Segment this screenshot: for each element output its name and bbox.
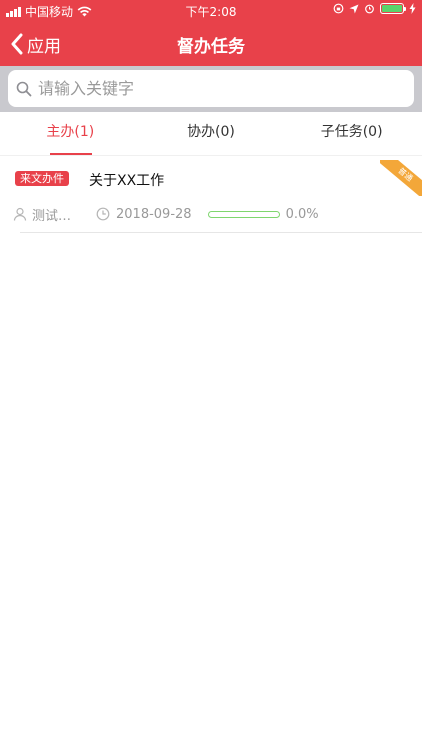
battery-icon [380,3,406,14]
task-progress-bar [207,210,280,218]
clock-icon [96,207,110,221]
page-title: 督办任务 [177,37,245,57]
header: 中国移动 下午2:08 应用 督办任务 [0,0,422,66]
task-meta: 测试… 2018-09-28 0.0% [13,204,319,224]
status-right [333,3,416,14]
task-title: 关于XX工作 [89,173,165,189]
task-progress-text: 0.0% [285,206,319,222]
task-list-item[interactable]: 来文办件 关于XX工作 普通 测试… 2018-09-28 0.0% [0,160,422,233]
search-icon [16,81,32,96]
priority-corner-ribbon: 普通 [380,160,422,196]
task-user: 测试… [32,208,72,224]
user-icon [13,207,27,221]
charging-icon [409,3,416,14]
location-icon [349,4,359,13]
task-date: 2018-09-28 [116,206,192,222]
search-box[interactable] [8,70,414,107]
search-input[interactable] [38,79,398,98]
tab-assist[interactable]: 协办(0) [141,112,282,155]
rotation-lock-icon [333,3,344,14]
nav-bar: 应用 督办任务 [0,22,422,66]
task-divider [20,232,422,233]
search-bar [0,66,422,112]
status-bar: 中国移动 下午2:08 [0,0,422,22]
task-type-badge: 来文办件 [15,171,69,186]
tab-bar: 主办(1) 协办(0) 子任务(0) [0,112,422,156]
priority-label: 普通 [380,160,422,196]
tab-subtask[interactable]: 子任务(0) [281,112,422,155]
alarm-icon [365,4,374,14]
tab-main[interactable]: 主办(1) [0,112,141,155]
